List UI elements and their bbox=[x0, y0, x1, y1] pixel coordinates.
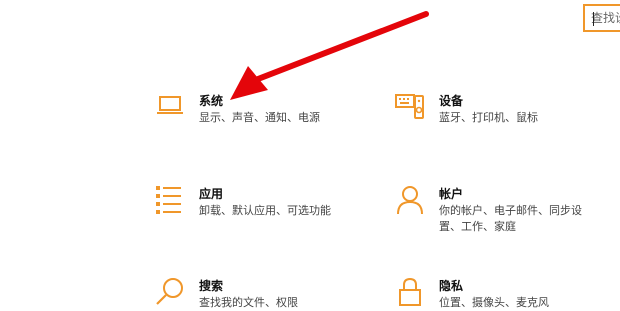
settings-tile-system[interactable]: 系统 显示、声音、通知、电源 bbox=[155, 92, 355, 132]
tile-desc-accounts: 你的帐户、电子邮件、同步设置、工作、家庭 bbox=[439, 204, 582, 233]
search-input[interactable] bbox=[585, 6, 620, 30]
settings-tile-search[interactable]: 搜索 查找我的文件、权限 bbox=[155, 277, 355, 309]
text-caret bbox=[593, 12, 594, 26]
search-icon bbox=[156, 278, 183, 305]
person-icon bbox=[397, 186, 423, 215]
keyboard-speaker-icon bbox=[395, 94, 424, 119]
laptop-icon bbox=[157, 96, 183, 114]
apps-list-icon bbox=[156, 186, 181, 214]
lock-icon bbox=[399, 277, 421, 306]
search-box[interactable] bbox=[583, 4, 620, 32]
tile-title-accounts: 帐户 bbox=[439, 187, 464, 201]
tile-title-devices: 设备 bbox=[439, 94, 464, 108]
tile-desc-apps: 卸载、默认应用、可选功能 bbox=[199, 204, 331, 217]
annotation-arrow bbox=[230, 11, 429, 100]
settings-tile-accounts[interactable]: 帐户 你的帐户、电子邮件、同步设置、工作、家庭 bbox=[395, 185, 595, 235]
tile-title-apps: 应用 bbox=[199, 187, 224, 201]
tile-title-privacy: 隐私 bbox=[439, 279, 464, 293]
tile-desc-system: 显示、声音、通知、电源 bbox=[199, 111, 320, 124]
tile-title-system: 系统 bbox=[199, 94, 224, 108]
settings-tile-apps[interactable]: 应用 卸载、默认应用、可选功能 bbox=[155, 185, 355, 225]
settings-tile-privacy[interactable]: 隐私 位置、摄像头、麦克风 bbox=[395, 277, 595, 309]
tile-title-search: 搜索 bbox=[199, 279, 224, 293]
settings-tile-devices[interactable]: 设备 蓝牙、打印机、鼠标 bbox=[395, 92, 595, 132]
tile-desc-devices: 蓝牙、打印机、鼠标 bbox=[439, 111, 538, 124]
